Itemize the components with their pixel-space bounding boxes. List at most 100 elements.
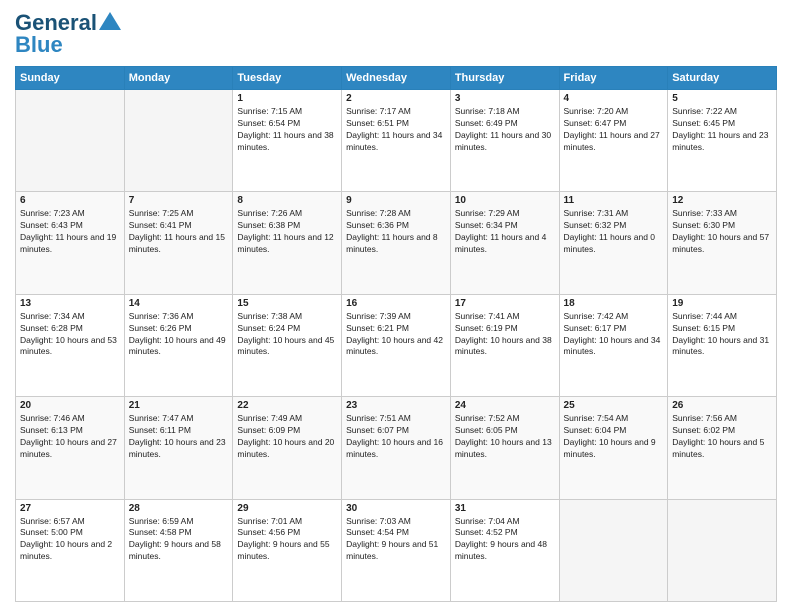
weekday-header-tuesday: Tuesday [233,67,342,90]
day-number: 14 [129,298,229,309]
calendar-cell: 22 Sunrise: 7:49 AM Sunset: 6:09 PM Dayli… [233,397,342,499]
day-info: Sunrise: 7:42 AM Sunset: 6:17 PM Dayligh… [564,311,664,359]
day-info: Sunrise: 7:28 AM Sunset: 6:36 PM Dayligh… [346,208,446,256]
day-info: Sunrise: 7:52 AM Sunset: 6:05 PM Dayligh… [455,413,555,461]
calendar-cell: 19Sunrise: 7:44 AM Sunset: 6:15 PM Dayli… [668,294,777,396]
calendar-cell: 31Sunrise: 7:04 AM Sunset: 4:52 PM Dayli… [450,499,559,601]
day-number: 10 [455,195,555,206]
day-info: Sunrise: 7:33 AM Sunset: 6:30 PM Dayligh… [672,208,772,256]
day-number: 7 [129,195,229,206]
day-info: Sunrise: 7:39 AM Sunset: 6:21 PM Dayligh… [346,311,446,359]
day-number: 29 [237,503,337,514]
calendar-cell [668,499,777,601]
day-number: 19 [672,298,772,309]
calendar-cell: 7 Sunrise: 7:25 AM Sunset: 6:41 PM Daylig… [124,192,233,294]
day-info: Sunrise: 7:15 AM Sunset: 6:54 PM Dayligh… [237,106,337,154]
calendar-cell: 26 Sunrise: 7:56 AM Sunset: 6:02 PM Dayli… [668,397,777,499]
header: General Blue [15,10,777,58]
calendar-cell: 5 Sunrise: 7:22 AM Sunset: 6:45 PM Daylig… [668,90,777,192]
week-row-3: 13Sunrise: 7:34 AM Sunset: 6:28 PM Dayli… [16,294,777,396]
weekday-header-saturday: Saturday [668,67,777,90]
day-number: 18 [564,298,664,309]
day-number: 6 [20,195,120,206]
calendar-cell: 14 Sunrise: 7:36 AM Sunset: 6:26 PM Dayli… [124,294,233,396]
weekday-header-sunday: Sunday [16,67,125,90]
day-number: 5 [672,93,772,104]
day-info: Sunrise: 7:22 AM Sunset: 6:45 PM Dayligh… [672,106,772,154]
calendar-cell: 27 Sunrise: 6:57 AM Sunset: 5:00 PM Dayli… [16,499,125,601]
day-number: 9 [346,195,446,206]
calendar-cell: 28Sunrise: 6:59 AM Sunset: 4:58 PM Dayli… [124,499,233,601]
day-number: 3 [455,93,555,104]
day-info: Sunrise: 7:26 AM Sunset: 6:38 PM Dayligh… [237,208,337,256]
day-info: Sunrise: 7:01 AM Sunset: 4:56 PM Dayligh… [237,516,337,564]
calendar-cell: 29 Sunrise: 7:01 AM Sunset: 4:56 PM Dayli… [233,499,342,601]
calendar-cell: 6 Sunrise: 7:23 AM Sunset: 6:43 PM Daylig… [16,192,125,294]
day-info: Sunrise: 7:17 AM Sunset: 6:51 PM Dayligh… [346,106,446,154]
weekday-header-friday: Friday [559,67,668,90]
logo-icon [99,12,121,30]
calendar-cell: 4Sunrise: 7:20 AM Sunset: 6:47 PM Daylig… [559,90,668,192]
weekday-header-monday: Monday [124,67,233,90]
day-info: Sunrise: 7:31 AM Sunset: 6:32 PM Dayligh… [564,208,664,256]
week-row-1: 1Sunrise: 7:15 AM Sunset: 6:54 PM Daylig… [16,90,777,192]
day-number: 30 [346,503,446,514]
calendar-cell [16,90,125,192]
day-info: Sunrise: 7:29 AM Sunset: 6:34 PM Dayligh… [455,208,555,256]
calendar-cell: 12 Sunrise: 7:33 AM Sunset: 6:30 PM Dayli… [668,192,777,294]
calendar-cell: 10 Sunrise: 7:29 AM Sunset: 6:34 PM Dayli… [450,192,559,294]
logo: General Blue [15,10,121,58]
day-number: 27 [20,503,120,514]
weekday-header-wednesday: Wednesday [342,67,451,90]
day-number: 4 [564,93,664,104]
day-number: 12 [672,195,772,206]
day-info: Sunrise: 7:03 AM Sunset: 4:54 PM Dayligh… [346,516,446,564]
week-row-5: 27 Sunrise: 6:57 AM Sunset: 5:00 PM Dayli… [16,499,777,601]
day-info: Sunrise: 6:57 AM Sunset: 5:00 PM Dayligh… [20,516,120,564]
calendar-cell: 2Sunrise: 7:17 AM Sunset: 6:51 PM Daylig… [342,90,451,192]
day-number: 16 [346,298,446,309]
day-info: Sunrise: 7:41 AM Sunset: 6:19 PM Dayligh… [455,311,555,359]
day-info: Sunrise: 7:56 AM Sunset: 6:02 PM Dayligh… [672,413,772,461]
day-info: Sunrise: 6:59 AM Sunset: 4:58 PM Dayligh… [129,516,229,564]
calendar-cell: 21 Sunrise: 7:47 AM Sunset: 6:11 PM Dayli… [124,397,233,499]
weekday-header-thursday: Thursday [450,67,559,90]
calendar-cell: 16 Sunrise: 7:39 AM Sunset: 6:21 PM Dayli… [342,294,451,396]
day-number: 21 [129,400,229,411]
calendar-cell: 15 Sunrise: 7:38 AM Sunset: 6:24 PM Dayli… [233,294,342,396]
day-info: Sunrise: 7:49 AM Sunset: 6:09 PM Dayligh… [237,413,337,461]
calendar-cell: 25 Sunrise: 7:54 AM Sunset: 6:04 PM Dayli… [559,397,668,499]
day-info: Sunrise: 7:34 AM Sunset: 6:28 PM Dayligh… [20,311,120,359]
day-info: Sunrise: 7:54 AM Sunset: 6:04 PM Dayligh… [564,413,664,461]
calendar-cell: 18 Sunrise: 7:42 AM Sunset: 6:17 PM Dayli… [559,294,668,396]
day-info: Sunrise: 7:47 AM Sunset: 6:11 PM Dayligh… [129,413,229,461]
day-number: 25 [564,400,664,411]
calendar-cell: 9 Sunrise: 7:28 AM Sunset: 6:36 PM Daylig… [342,192,451,294]
day-number: 26 [672,400,772,411]
day-info: Sunrise: 7:38 AM Sunset: 6:24 PM Dayligh… [237,311,337,359]
calendar-cell: 24 Sunrise: 7:52 AM Sunset: 6:05 PM Dayli… [450,397,559,499]
calendar-cell [124,90,233,192]
day-number: 31 [455,503,555,514]
weekday-header-row: SundayMondayTuesdayWednesdayThursdayFrid… [16,67,777,90]
calendar-cell: 11Sunrise: 7:31 AM Sunset: 6:32 PM Dayli… [559,192,668,294]
day-number: 24 [455,400,555,411]
day-number: 23 [346,400,446,411]
day-number: 20 [20,400,120,411]
week-row-2: 6 Sunrise: 7:23 AM Sunset: 6:43 PM Daylig… [16,192,777,294]
day-info: Sunrise: 7:51 AM Sunset: 6:07 PM Dayligh… [346,413,446,461]
day-number: 15 [237,298,337,309]
calendar: SundayMondayTuesdayWednesdayThursdayFrid… [15,66,777,602]
calendar-cell: 23 Sunrise: 7:51 AM Sunset: 6:07 PM Dayli… [342,397,451,499]
calendar-cell: 20 Sunrise: 7:46 AM Sunset: 6:13 PM Dayli… [16,397,125,499]
day-info: Sunrise: 7:36 AM Sunset: 6:26 PM Dayligh… [129,311,229,359]
day-info: Sunrise: 7:25 AM Sunset: 6:41 PM Dayligh… [129,208,229,256]
day-info: Sunrise: 7:23 AM Sunset: 6:43 PM Dayligh… [20,208,120,256]
calendar-cell: 13Sunrise: 7:34 AM Sunset: 6:28 PM Dayli… [16,294,125,396]
logo-blue: Blue [15,32,63,58]
day-info: Sunrise: 7:46 AM Sunset: 6:13 PM Dayligh… [20,413,120,461]
calendar-cell: 17Sunrise: 7:41 AM Sunset: 6:19 PM Dayli… [450,294,559,396]
day-number: 22 [237,400,337,411]
calendar-cell: 1Sunrise: 7:15 AM Sunset: 6:54 PM Daylig… [233,90,342,192]
day-number: 8 [237,195,337,206]
